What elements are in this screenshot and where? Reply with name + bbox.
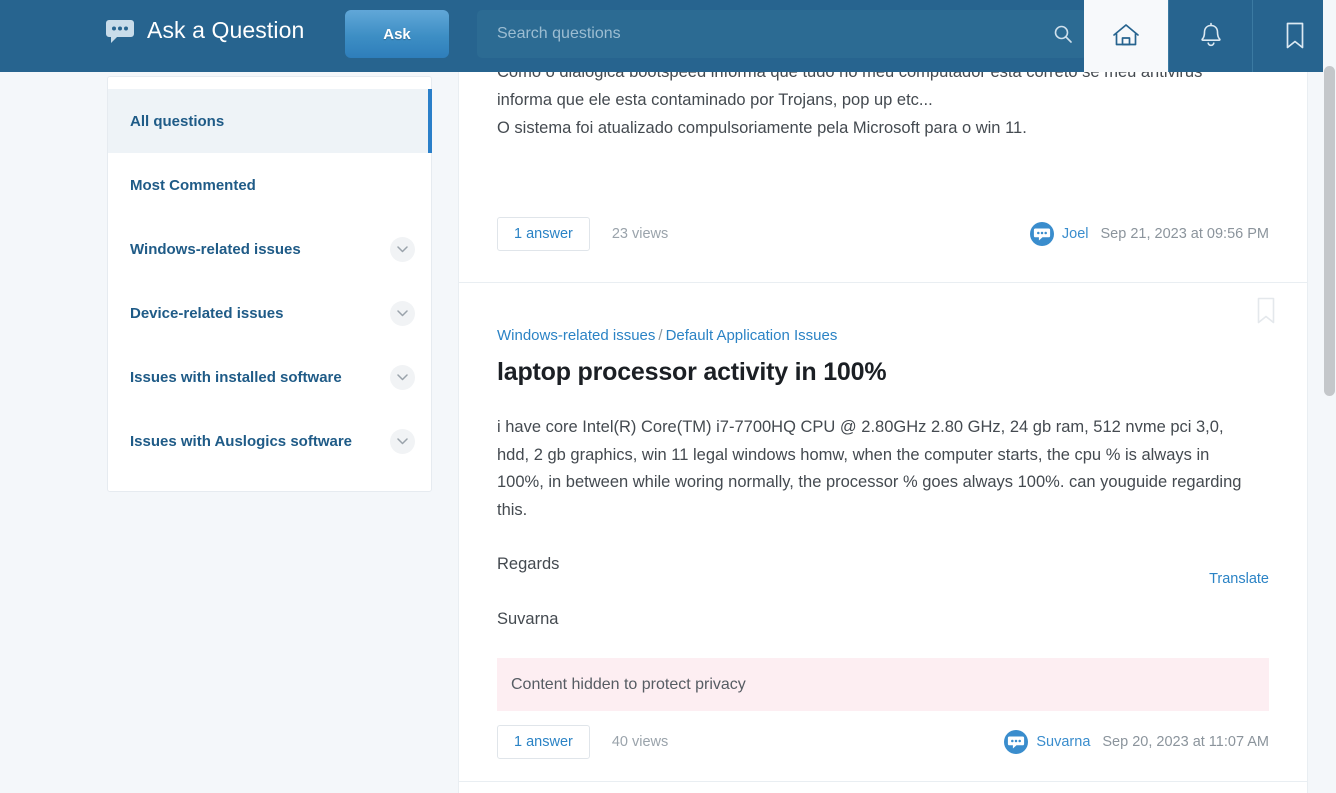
sidebar-item-most-commented[interactable]: Most Commented [108,153,431,217]
sidebar-item-windows-related-issues[interactable]: Windows-related issues [108,217,431,281]
sidebar-item-device-related-issues[interactable]: Device-related issues [108,281,431,345]
chevron-down-icon[interactable] [390,428,415,454]
nav-notifications-button[interactable] [1168,0,1252,72]
answers-count-button[interactable]: 1 answer [497,725,590,759]
chevron-down-icon[interactable] [390,236,415,262]
chevron-down-icon[interactable] [390,300,415,326]
breadcrumb-parent-link[interactable]: Windows-related issues [497,327,655,344]
brand-title: Ask a Question [147,17,305,43]
privacy-notice: Content hidden to protect privacy [497,658,1269,711]
bell-icon [1198,22,1224,50]
sidebar-item-issues-with-installed-software[interactable]: Issues with installed software [108,345,431,409]
breadcrumb: Windows-related issues / Default Applicati… [497,283,1269,344]
search-input[interactable] [477,10,1047,58]
question-title[interactable]: laptop processor activity in 100% [497,358,1269,387]
author-name[interactable]: Suvarna [1036,734,1090,750]
question-card[interactable]: Windows-related issues / Default Applicati… [458,282,1308,781]
question-meta-row: 1 answer 23 views Joel Sep 21, 2023 at 0… [497,217,1269,251]
question-body-line: O sistema foi atualizado compulsoriament… [497,119,1027,137]
header-nav-icons [1084,0,1336,72]
sidebar-categories-panel: All questions Most Commented Windows-rel… [107,76,432,492]
translate-link[interactable]: Translate [1209,571,1269,587]
page-scrollbar-thumb[interactable] [1324,66,1335,396]
ask-button[interactable]: Ask [345,10,449,58]
author-name[interactable]: Joel [1062,226,1089,242]
sidebar-item-label: Device-related issues [130,304,284,322]
sidebar-item-label: Most Commented [130,176,256,194]
nav-home-button[interactable] [1084,0,1168,72]
sidebar-item-label: Windows-related issues [130,240,301,258]
views-count: 23 views [611,226,669,242]
search-box[interactable] [477,10,1087,58]
sidebar-item-label: All questions [130,112,225,130]
questions-feed: Como o dialogica bootspeed informa que t… [458,0,1308,793]
question-signoff: Regards [497,555,560,573]
bookmark-icon [1283,21,1307,51]
bookmark-outline-icon[interactable] [1255,297,1277,330]
author-block: Joel Sep 21, 2023 at 09:56 PM [1029,222,1270,246]
chat-bubble-icon [106,19,134,43]
question-date: Sep 20, 2023 at 11:07 AM [1102,734,1269,750]
question-body: i have core Intel(R) Core(TM) i7-7700HQ … [497,418,1242,519]
search-icon[interactable] [1053,24,1073,44]
question-date: Sep 21, 2023 at 09:56 PM [1100,226,1270,242]
question-body-line: informa que ele esta contaminado por Tro… [497,91,933,109]
question-card[interactable]: Como o dialogica bootspeed informa que t… [458,58,1308,282]
answers-count-button[interactable]: 1 answer [497,217,590,251]
home-icon [1111,22,1141,50]
author-block: Suvarna Sep 20, 2023 at 11:07 AM [1004,730,1269,754]
chevron-down-icon[interactable] [390,364,415,390]
question-author-signature: Suvarna [497,609,559,628]
avatar [1004,730,1029,754]
sidebar-item-issues-with-auslogics-software[interactable]: Issues with Auslogics software [108,409,431,473]
sidebar-item-all-questions[interactable]: All questions [108,89,432,153]
breadcrumb-separator: / [658,327,663,344]
avatar [1029,222,1054,246]
sidebar-item-label: Issues with Auslogics software [130,432,353,450]
views-count: 40 views [611,734,669,750]
question-meta-row: 1 answer 40 views Suvarna Sep 20, 2023 a… [497,725,1269,759]
brand-logo[interactable]: Ask a Question [106,17,304,44]
top-header-bar: Ask a Question Ask [0,0,1336,72]
page-scrollbar-track[interactable] [1323,0,1336,735]
breadcrumb-child-link[interactable]: Default Application Issues [666,327,838,344]
question-card-next[interactable] [458,781,1308,793]
sidebar-item-label: Issues with installed software [130,368,342,386]
